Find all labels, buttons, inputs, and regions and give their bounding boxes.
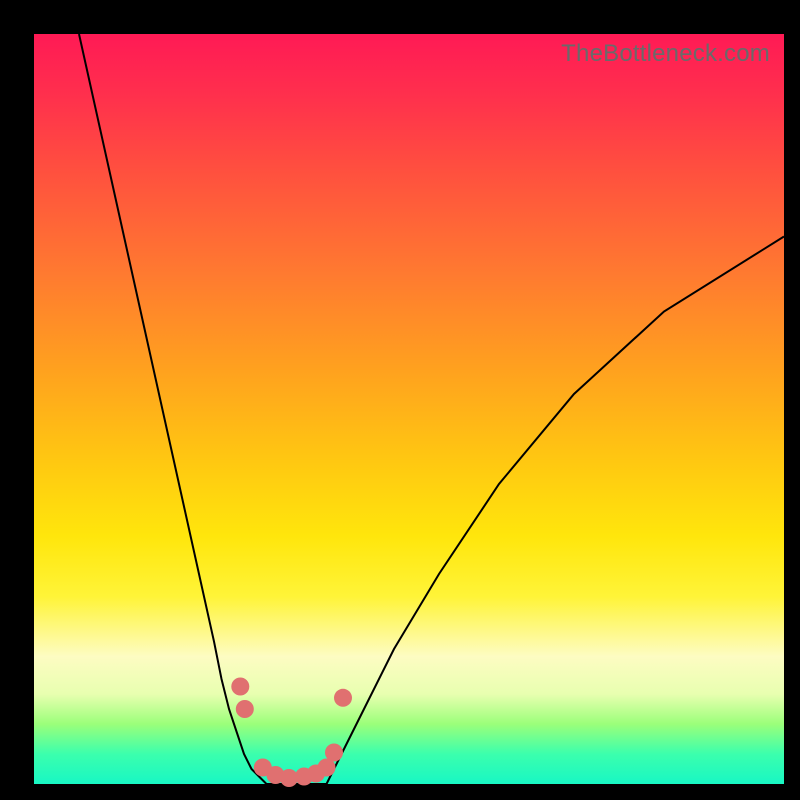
marker-group bbox=[231, 678, 352, 788]
curve-left bbox=[79, 34, 267, 784]
chart-frame: TheBottleneck.com bbox=[0, 0, 800, 800]
marker-dot bbox=[325, 744, 343, 762]
plot-area: TheBottleneck.com bbox=[34, 34, 784, 784]
marker-dot bbox=[236, 700, 254, 718]
marker-dot bbox=[231, 678, 249, 696]
curve-right bbox=[327, 237, 785, 785]
marker-dot bbox=[334, 689, 352, 707]
curve-layer bbox=[34, 34, 784, 784]
